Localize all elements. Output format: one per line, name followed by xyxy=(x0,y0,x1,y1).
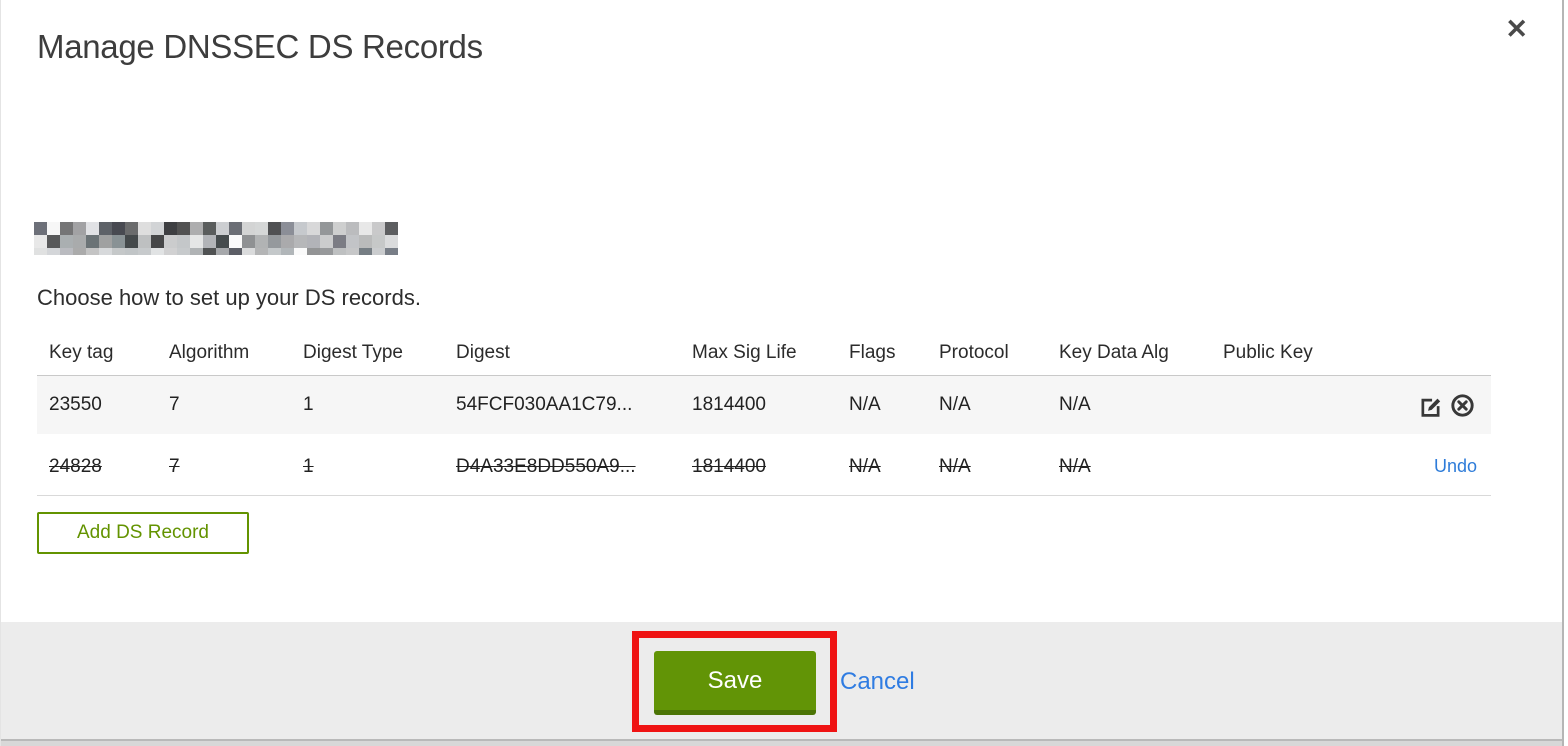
col-header-digest-type: Digest Type xyxy=(303,341,403,363)
edit-icon xyxy=(1421,398,1441,417)
table-header-row: Key tag Algorithm Digest Type Digest Max… xyxy=(37,330,1491,376)
delete-icon xyxy=(1451,393,1474,417)
col-header-key-tag: Key tag xyxy=(49,341,114,363)
cell-flags: N/A xyxy=(849,455,881,477)
cell-digest: D4A33E8DD550A9... xyxy=(456,455,636,477)
cell-key-tag: 23550 xyxy=(49,394,102,415)
cell-key-data-alg: N/A xyxy=(1059,394,1091,415)
close-icon[interactable]: ✕ xyxy=(1505,16,1528,43)
col-header-key-data-alg: Key Data Alg xyxy=(1059,341,1169,363)
cell-algorithm: 7 xyxy=(169,394,180,415)
cell-algorithm: 7 xyxy=(169,455,180,477)
cell-digest-type: 1 xyxy=(303,455,314,477)
ds-records-table: Key tag Algorithm Digest Type Digest Max… xyxy=(37,330,1491,496)
cell-digest-type: 1 xyxy=(303,394,314,415)
col-header-protocol: Protocol xyxy=(939,341,1009,363)
col-header-digest: Digest xyxy=(456,341,510,363)
cell-digest: 54FCF030AA1C79... xyxy=(456,394,633,415)
cell-max-sig-life: 1814400 xyxy=(692,455,766,477)
table-row-deleted: 24828 7 1 D4A33E8DD550A9... 1814400 N/A … xyxy=(37,438,1491,496)
save-button[interactable]: Save xyxy=(654,651,816,715)
col-header-public-key: Public Key xyxy=(1223,341,1313,363)
col-header-flags: Flags xyxy=(849,341,896,363)
undo-link[interactable]: Undo xyxy=(1434,456,1477,477)
modal-bottom-edge xyxy=(1,741,1562,746)
instruction-text: Choose how to set up your DS records. xyxy=(37,285,421,310)
add-ds-record-button[interactable]: Add DS Record xyxy=(37,512,249,554)
page-title: Manage DNSSEC DS Records xyxy=(37,28,483,65)
cell-key-tag: 24828 xyxy=(49,455,102,477)
cell-key-data-alg: N/A xyxy=(1059,455,1091,477)
cancel-link[interactable]: Cancel xyxy=(840,668,915,696)
redacted-domain-name xyxy=(34,222,398,255)
col-header-max-sig-life: Max Sig Life xyxy=(692,341,797,363)
cell-max-sig-life: 1814400 xyxy=(692,394,766,415)
cell-protocol: N/A xyxy=(939,455,971,477)
dnssec-modal: Manage DNSSEC DS Records ✕ Choose how to… xyxy=(0,0,1564,746)
edit-record-button[interactable] xyxy=(1416,391,1445,420)
cell-flags: N/A xyxy=(849,394,881,415)
col-header-algorithm: Algorithm xyxy=(169,341,250,363)
table-row: 23550 7 1 54FCF030AA1C79... 1814400 N/A … xyxy=(37,376,1491,434)
cell-protocol: N/A xyxy=(939,394,971,415)
delete-record-button[interactable] xyxy=(1448,391,1477,420)
